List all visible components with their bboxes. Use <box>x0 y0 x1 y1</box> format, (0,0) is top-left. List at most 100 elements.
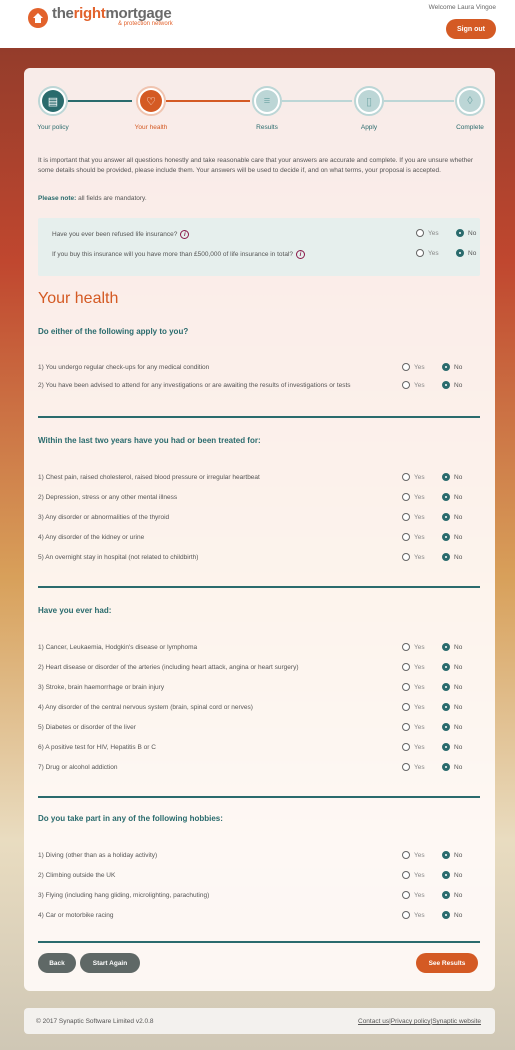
no-radio[interactable] <box>442 703 450 711</box>
contact-link[interactable]: Contact us <box>358 1018 389 1025</box>
no-label[interactable]: No <box>454 764 462 771</box>
yes-label[interactable]: Yes <box>414 474 425 481</box>
progress-steps: ▤ ♡ ≡ ▯ ◊ Your policy Your health Result… <box>34 84 485 134</box>
sign-out-button[interactable]: Sign out <box>446 19 496 39</box>
back-button[interactable]: Back <box>38 953 76 973</box>
page-title: Your health <box>38 290 119 307</box>
yes-radio[interactable] <box>402 723 410 731</box>
section-divider <box>38 941 480 943</box>
yes-label[interactable]: Yes <box>428 250 439 257</box>
yes-radio[interactable] <box>402 493 410 501</box>
yes-label[interactable]: Yes <box>414 852 425 859</box>
yes-radio[interactable] <box>402 513 410 521</box>
yes-radio[interactable] <box>402 473 410 481</box>
question-row: 4) Car or motorbike racing Yes No <box>38 910 480 922</box>
yes-label[interactable]: Yes <box>414 554 425 561</box>
yes-label[interactable]: Yes <box>414 382 425 389</box>
yes-radio[interactable] <box>402 763 410 771</box>
no-radio[interactable] <box>442 513 450 521</box>
pre-question-wrap: If you buy this insurance will you have … <box>52 218 480 276</box>
no-label[interactable]: No <box>454 514 462 521</box>
no-label[interactable]: No <box>454 892 462 899</box>
yes-label[interactable]: Yes <box>414 912 425 919</box>
yes-label[interactable]: Yes <box>414 514 425 521</box>
yes-label[interactable]: Yes <box>414 704 425 711</box>
no-label[interactable]: No <box>454 704 462 711</box>
yes-label[interactable]: Yes <box>414 892 425 899</box>
yes-label[interactable]: Yes <box>414 364 425 371</box>
question-row: 1) Diving (other than as a holiday activ… <box>38 850 480 862</box>
no-radio[interactable] <box>442 891 450 899</box>
no-label[interactable]: No <box>454 744 462 751</box>
see-results-button[interactable]: See Results <box>416 953 478 973</box>
yes-radio[interactable] <box>402 363 410 371</box>
yes-label[interactable]: Yes <box>414 684 425 691</box>
no-label[interactable]: No <box>454 474 462 481</box>
yes-radio[interactable] <box>402 703 410 711</box>
no-label[interactable]: No <box>454 912 462 919</box>
yes-label[interactable]: Yes <box>414 664 425 671</box>
no-radio[interactable] <box>442 643 450 651</box>
step-your-health[interactable]: ♡ <box>136 86 166 116</box>
yes-label[interactable]: Yes <box>414 644 425 651</box>
no-label[interactable]: No <box>454 534 462 541</box>
no-radio[interactable] <box>442 911 450 919</box>
yes-label[interactable]: Yes <box>414 744 425 751</box>
question-text: 3) Stroke, brain haemorrhage or brain in… <box>38 684 165 691</box>
yes-radio[interactable] <box>402 643 410 651</box>
no-radio[interactable] <box>442 723 450 731</box>
no-radio[interactable] <box>442 493 450 501</box>
no-radio[interactable] <box>442 533 450 541</box>
step-results: ≡ <box>252 86 282 116</box>
step-your-policy[interactable]: ▤ <box>38 86 68 116</box>
no-radio[interactable] <box>442 553 450 561</box>
no-label[interactable]: No <box>468 250 476 257</box>
yes-label[interactable]: Yes <box>414 494 425 501</box>
start-again-button[interactable]: Start Again <box>80 953 140 973</box>
no-label[interactable]: No <box>454 664 462 671</box>
no-radio[interactable] <box>442 851 450 859</box>
yes-radio[interactable] <box>402 743 410 751</box>
yes-radio[interactable] <box>416 249 424 257</box>
no-label[interactable]: No <box>454 872 462 879</box>
no-label[interactable]: No <box>454 382 462 389</box>
no-radio[interactable] <box>442 363 450 371</box>
no-label[interactable]: No <box>454 684 462 691</box>
yes-label[interactable]: Yes <box>414 764 425 771</box>
yes-radio[interactable] <box>402 851 410 859</box>
no-radio[interactable] <box>442 663 450 671</box>
no-radio[interactable] <box>442 871 450 879</box>
question-row: 6) A positive test for HIV, Hepatitis B … <box>38 742 480 754</box>
no-label[interactable]: No <box>454 494 462 501</box>
privacy-link[interactable]: Privacy policy <box>391 1018 431 1025</box>
yes-label[interactable]: Yes <box>414 872 425 879</box>
no-label[interactable]: No <box>454 724 462 731</box>
no-radio[interactable] <box>442 381 450 389</box>
step-label: Your policy <box>37 124 69 131</box>
yes-radio[interactable] <box>402 663 410 671</box>
question-row: If you buy this insurance will you have … <box>52 248 480 260</box>
yes-radio[interactable] <box>402 871 410 879</box>
yes-label[interactable]: Yes <box>414 534 425 541</box>
no-radio[interactable] <box>442 473 450 481</box>
no-radio[interactable] <box>442 743 450 751</box>
info-icon[interactable]: i <box>296 250 306 259</box>
main-panel: ▤ ♡ ≡ ▯ ◊ Your policy Your health Result… <box>24 68 495 991</box>
yes-radio[interactable] <box>402 911 410 919</box>
question-text: 2) Depression, stress or any other menta… <box>38 494 178 501</box>
no-radio[interactable] <box>442 683 450 691</box>
no-radio[interactable] <box>456 249 464 257</box>
yes-radio[interactable] <box>402 891 410 899</box>
yes-radio[interactable] <box>402 553 410 561</box>
no-label[interactable]: No <box>454 852 462 859</box>
no-label[interactable]: No <box>454 554 462 561</box>
logo[interactable]: therightmortgage & protection network <box>28 6 173 28</box>
yes-radio[interactable] <box>402 533 410 541</box>
yes-radio[interactable] <box>402 381 410 389</box>
no-radio[interactable] <box>442 763 450 771</box>
no-label[interactable]: No <box>454 364 462 371</box>
website-link[interactable]: Synaptic website <box>432 1018 481 1025</box>
yes-radio[interactable] <box>402 683 410 691</box>
no-label[interactable]: No <box>454 644 462 651</box>
yes-label[interactable]: Yes <box>414 724 425 731</box>
